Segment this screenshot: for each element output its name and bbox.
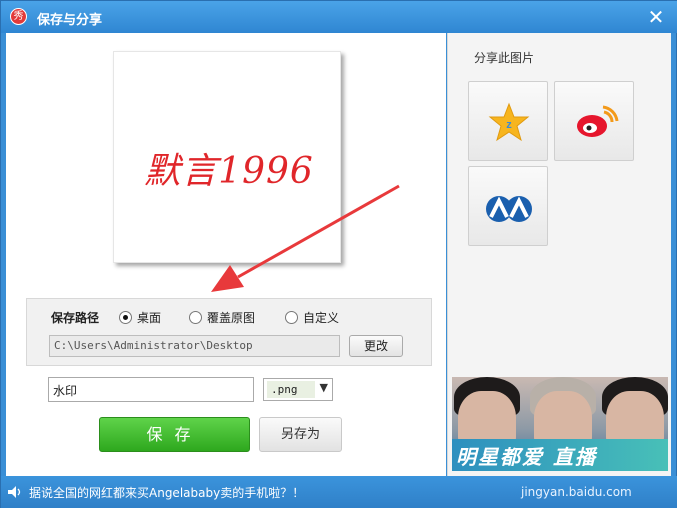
weibo-icon [577,105,619,137]
save-button[interactable]: 保存 [99,417,250,452]
radio-desktop[interactable]: 桌面 [119,309,161,326]
save-path-panel: 保存路径 桌面 覆盖原图 自定义 C:\Users\Administrator\… [26,298,432,366]
share-weibo-button[interactable] [554,81,634,161]
save-path-label: 保存路径 [51,311,100,325]
share-renren-button[interactable] [468,166,548,246]
chevron-down-icon[interactable]: ▼ [320,381,328,394]
watermark-input[interactable]: 水印 [48,377,254,402]
speaker-icon [8,486,21,498]
site-watermark: jingyan.baidu.com [521,485,632,499]
radio-desktop-indicator[interactable] [119,311,132,324]
save-share-window: 秀 保存与分享 ✕ 默言1996 保存路径 桌面 覆盖原图 自定义 C:\Use… [0,0,677,508]
window-title: 保存与分享 [37,13,103,28]
radio-custom-indicator[interactable] [285,311,298,324]
radio-custom[interactable]: 自定义 [285,309,339,326]
save-as-button[interactable]: 另存为 [259,417,342,452]
format-selected-value: .png [267,381,315,398]
banner-text: 明星都爱 直播 [456,445,597,469]
radio-overwrite[interactable]: 覆盖原图 [189,309,255,326]
share-pane: 分享此图片 z 明星都爱 直播 [447,33,671,476]
radio-desktop-label: 桌面 [137,311,162,325]
main-pane: 默言1996 保存路径 桌面 覆盖原图 自定义 C:\Users\Adminis… [6,33,446,476]
arrow-shaft [237,184,400,279]
save-path-field[interactable]: C:\Users\Administrator\Desktop [49,335,340,357]
svg-text:z: z [506,119,512,131]
promo-banner[interactable]: 明星都爱 直播 [452,377,668,471]
app-logo-icon: 秀 [10,8,27,25]
status-bar: 据说全国的网红都来买Angelababy卖的手机啦？！ jingyan.baid… [1,476,677,508]
close-button[interactable]: ✕ [645,6,667,28]
red-arrow-annotation [211,184,400,292]
radio-overwrite-indicator[interactable] [189,311,202,324]
change-path-button[interactable]: 更改 [349,335,403,357]
arrow-head [211,265,244,292]
radio-overwrite-label: 覆盖原图 [207,311,256,325]
status-ad-link[interactable]: 据说全国的网红都来买Angelababy卖的手机啦？！ [29,484,304,501]
share-title: 分享此图片 [474,51,535,65]
format-select[interactable]: .png ▼ [263,378,333,401]
share-qzone-button[interactable]: z [468,81,548,161]
renren-icon [486,196,532,222]
radio-custom-label: 自定义 [303,311,340,325]
titlebar[interactable]: 秀 保存与分享 ✕ [1,1,677,33]
qzone-star-icon: z [488,102,530,142]
